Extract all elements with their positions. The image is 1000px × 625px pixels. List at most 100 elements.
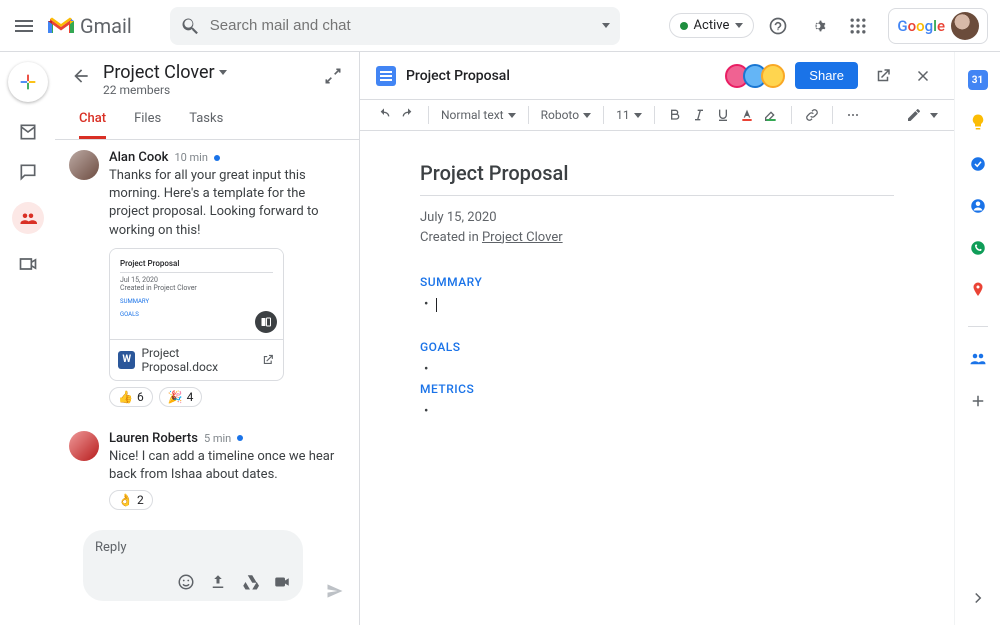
message: Lauren Roberts 5 min Nice! I can add a ti… (69, 431, 345, 520)
unread-dot-icon (237, 435, 243, 441)
text-cursor (436, 298, 437, 312)
font-select[interactable]: Roboto (541, 108, 591, 122)
more-icon[interactable] (845, 107, 861, 123)
gmail-logo[interactable]: Gmail (48, 14, 132, 38)
spaces-icon[interactable] (12, 202, 44, 234)
bold-icon[interactable] (667, 107, 683, 123)
side-panel: 31 (955, 52, 1000, 625)
space-header: Project Clover 22 members (55, 52, 359, 97)
voice-addon-icon[interactable] (968, 238, 988, 258)
back-arrow-icon[interactable] (71, 66, 91, 86)
collapse-icon[interactable] (323, 66, 343, 86)
space-title[interactable]: Project Clover (103, 62, 227, 83)
open-side-icon[interactable] (255, 311, 277, 333)
hamburger-icon[interactable] (12, 14, 36, 38)
open-external-icon[interactable] (261, 353, 275, 367)
chat-icon[interactable] (18, 162, 38, 182)
message-author: Alan Cook (109, 150, 168, 165)
reply-box[interactable]: Reply (83, 530, 303, 601)
message-author: Lauren Roberts (109, 431, 198, 446)
tasks-addon-icon[interactable] (968, 154, 988, 174)
keep-addon-icon[interactable] (968, 112, 988, 132)
settings-icon[interactable] (808, 16, 828, 36)
text-color-icon[interactable] (739, 107, 755, 123)
tab-chat[interactable]: Chat (79, 111, 106, 139)
upload-icon[interactable] (209, 573, 227, 591)
doc-bullet[interactable] (436, 297, 894, 312)
reaction-chip[interactable]: 👍6 (109, 387, 153, 407)
message-time: 5 min (204, 432, 231, 445)
account-chip[interactable]: Google (888, 8, 988, 44)
share-button[interactable]: Share (795, 62, 858, 89)
document-column: Project Proposal Share Normal text Robot… (360, 52, 955, 625)
reaction-chip[interactable]: 🎉4 (159, 387, 203, 407)
maps-addon-icon[interactable] (968, 280, 988, 300)
meet-icon[interactable] (18, 254, 38, 274)
divider (420, 195, 894, 196)
status-chip[interactable]: Active (669, 13, 755, 38)
app-name: Gmail (80, 14, 132, 38)
highlight-icon[interactable] (763, 107, 779, 123)
compose-button[interactable] (8, 62, 48, 102)
left-nav (0, 52, 55, 625)
size-select[interactable]: 11 (616, 108, 642, 122)
reactions: 👍6 🎉4 (109, 387, 345, 407)
search-input[interactable] (210, 17, 592, 34)
document-title: Project Proposal (406, 68, 510, 84)
attachment-filename-bar[interactable]: W Project Proposal.docx (110, 339, 283, 380)
add-addon-icon[interactable] (968, 391, 988, 411)
emoji-icon[interactable] (177, 573, 195, 591)
open-external-icon[interactable] (874, 67, 892, 85)
user-avatar[interactable] (951, 12, 979, 40)
italic-icon[interactable] (691, 107, 707, 123)
chevron-down-icon[interactable] (930, 113, 938, 118)
style-select[interactable]: Normal text (441, 108, 516, 122)
collaborator-avatars[interactable] (731, 64, 785, 88)
attachment-filename: Project Proposal.docx (141, 346, 255, 374)
drive-icon[interactable] (241, 573, 259, 591)
meet-chip-icon[interactable] (273, 573, 291, 591)
docs-icon (376, 66, 396, 86)
undo-icon[interactable] (376, 107, 392, 123)
chevron-right-icon[interactable] (969, 589, 987, 607)
search-icon (180, 16, 200, 36)
mail-icon[interactable] (18, 122, 38, 142)
doc-section-goals: GOALS (420, 340, 894, 354)
link-icon[interactable] (804, 107, 820, 123)
tab-files[interactable]: Files (134, 111, 161, 139)
document-toolbar: Normal text Roboto 11 (360, 99, 954, 131)
search-options-icon[interactable] (602, 23, 610, 28)
send-icon[interactable] (325, 581, 345, 601)
message-body: Nice! I can add a timeline once we hear … (109, 448, 345, 484)
search-box[interactable] (170, 7, 620, 45)
document-body[interactable]: Project Proposal July 15, 2020 Created i… (360, 131, 954, 625)
doc-heading: Project Proposal (420, 161, 894, 185)
word-doc-icon: W (118, 351, 135, 369)
avatar (69, 431, 99, 461)
status-dot-icon (680, 22, 688, 30)
reply-placeholder: Reply (95, 540, 291, 555)
doc-meta: July 15, 2020 Created in Project Clover (420, 208, 894, 247)
redo-icon[interactable] (400, 107, 416, 123)
google-logo: Google (897, 17, 945, 35)
doc-space-link[interactable]: Project Clover (482, 230, 563, 245)
underline-icon[interactable] (715, 107, 731, 123)
contacts-addon-icon[interactable] (968, 196, 988, 216)
calendar-addon-icon[interactable]: 31 (968, 70, 988, 90)
reaction-chip[interactable]: 👌2 (109, 490, 153, 510)
edit-mode-icon[interactable] (906, 107, 922, 123)
avatar (69, 150, 99, 180)
people-addon-icon[interactable] (968, 349, 988, 369)
close-icon[interactable] (914, 67, 932, 85)
chevron-down-icon (219, 70, 227, 75)
attachment-card[interactable]: Project Proposal Jul 15, 2020 Created in… (109, 248, 284, 381)
divider (968, 326, 988, 327)
doc-section-summary: SUMMARY (420, 275, 894, 289)
tab-tasks[interactable]: Tasks (189, 111, 223, 139)
space-subtitle: 22 members (103, 83, 227, 97)
doc-section-metrics: METRICS (420, 382, 894, 396)
apps-grid-icon[interactable] (848, 16, 868, 36)
message: Alan Cook10 min Thanks for all your grea… (69, 150, 345, 417)
space-tabs: Chat Files Tasks (55, 97, 359, 140)
help-icon[interactable] (768, 16, 788, 36)
